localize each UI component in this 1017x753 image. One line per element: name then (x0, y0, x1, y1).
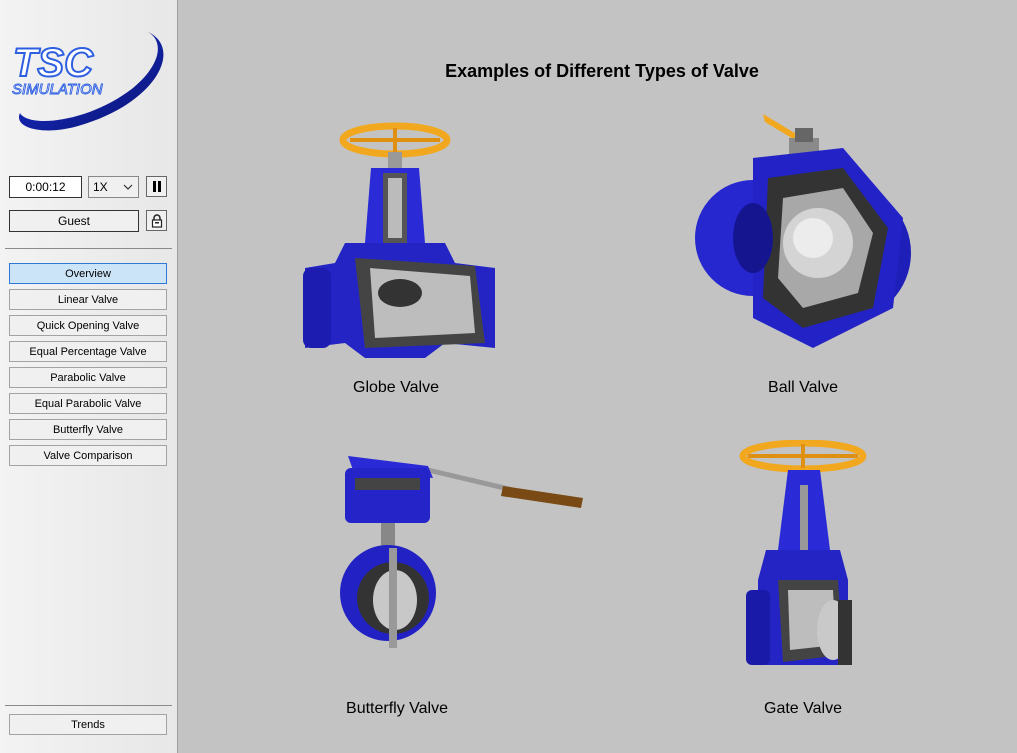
valve-label-gate: Gate Valve (764, 700, 842, 717)
lock-icon (151, 213, 162, 228)
butterfly-valve-icon (340, 456, 583, 648)
nav-item-equal-parabolic-valve[interactable]: Equal Parabolic Valve (9, 393, 167, 414)
logo-text-tsc: TSC (13, 41, 94, 85)
sidebar-divider-top (5, 248, 172, 249)
nav-item-parabolic-valve[interactable]: Parabolic Valve (9, 367, 167, 388)
nav-list: Overview Linear Valve Quick Opening Valv… (9, 263, 167, 471)
pause-button[interactable] (146, 176, 167, 197)
nav-item-butterfly-valve[interactable]: Butterfly Valve (9, 419, 167, 440)
sidebar: TSC SIMULATION 0:00:12 1X Guest Overview… (0, 0, 178, 753)
page-title: Examples of Different Types of Valve (445, 61, 759, 81)
speed-value: 1X (93, 180, 108, 194)
nav-item-overview[interactable]: Overview (9, 263, 167, 284)
ball-valve-icon (695, 114, 911, 348)
valve-label-butterfly: Butterfly Valve (346, 700, 448, 717)
nav-item-quick-opening-valve[interactable]: Quick Opening Valve (9, 315, 167, 336)
nav-item-valve-comparison[interactable]: Valve Comparison (9, 445, 167, 466)
gate-valve-icon (739, 440, 867, 665)
trends-button[interactable]: Trends (9, 714, 167, 735)
simulation-time: 0:00:12 (9, 176, 82, 198)
user-button[interactable]: Guest (9, 210, 139, 232)
globe-valve-icon (303, 122, 495, 358)
valve-label-ball: Ball Valve (768, 379, 838, 396)
tsc-simulation-logo: TSC SIMULATION (12, 32, 164, 131)
chevron-down-icon (123, 184, 133, 190)
lock-button[interactable] (146, 210, 167, 231)
pause-icon (152, 181, 156, 192)
valve-label-globe: Globe Valve (353, 379, 439, 396)
nav-item-equal-percentage-valve[interactable]: Equal Percentage Valve (9, 341, 167, 362)
nav-item-linear-valve[interactable]: Linear Valve (9, 289, 167, 310)
speed-select[interactable]: 1X (88, 176, 139, 198)
logo-text-simulation: SIMULATION (12, 81, 103, 98)
sidebar-divider-bottom (5, 705, 172, 706)
